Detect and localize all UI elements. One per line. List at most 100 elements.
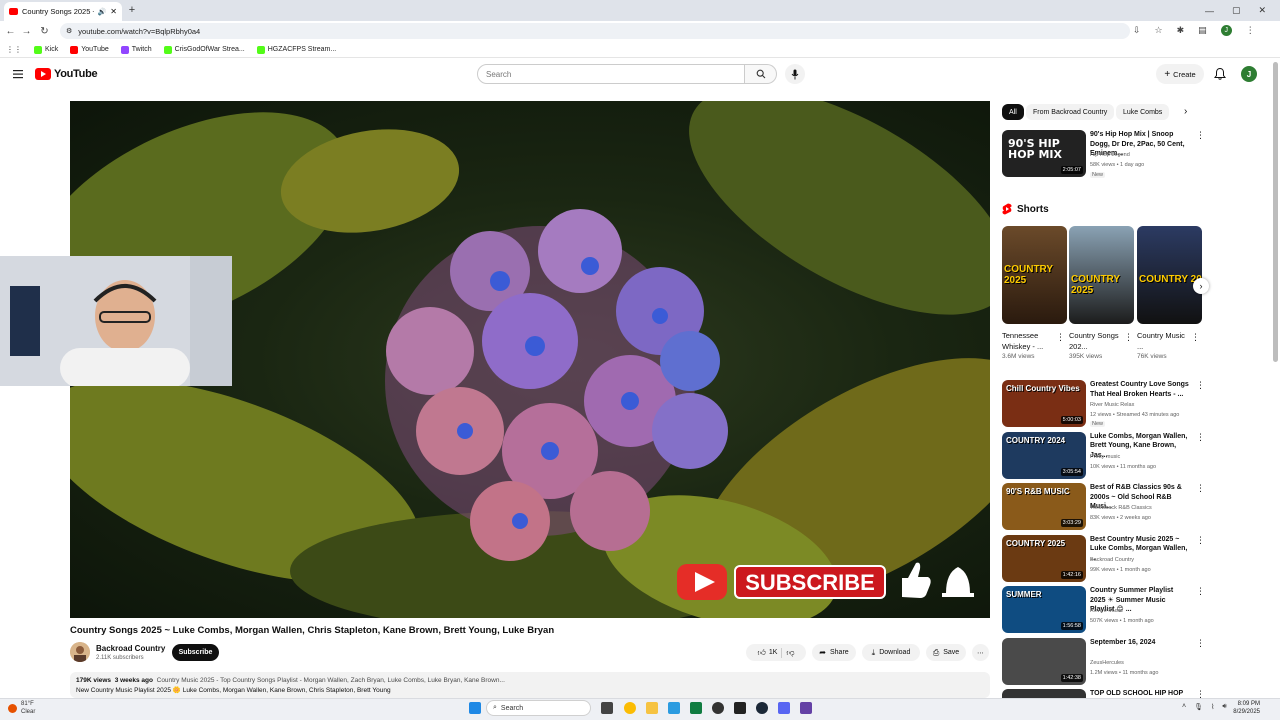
more-vertical-icon[interactable]: ⋮	[1196, 535, 1202, 546]
browser-menu-icon[interactable]: ⋮	[1246, 25, 1255, 36]
bookmark-hgzacfps[interactable]: HGZACFPS Stream...	[256, 45, 336, 54]
more-vertical-icon[interactable]: ⋮	[1124, 332, 1133, 343]
download-button[interactable]: ⤓ Download	[862, 644, 920, 661]
chip-all[interactable]: All	[1002, 104, 1024, 120]
more-vertical-icon[interactable]: ⋮	[1191, 332, 1200, 343]
chip-from-channel[interactable]: From Backroad Country	[1026, 104, 1115, 120]
hamburger-menu-icon[interactable]	[12, 68, 24, 80]
reload-icon[interactable]: ↻	[38, 25, 51, 38]
forward-icon[interactable]: →	[20, 25, 33, 38]
video-channel[interactable]: Pretty music	[1090, 452, 1120, 462]
account-avatar[interactable]: J	[1241, 66, 1257, 82]
more-vertical-icon[interactable]: ⋮	[1196, 638, 1202, 649]
short-thumbnail[interactable]: COUNTRY 2025	[1002, 226, 1067, 324]
save-button[interactable]: ⎙ Save	[926, 644, 966, 661]
page-scrollbar[interactable]	[1273, 62, 1278, 362]
create-button[interactable]: + Create	[1156, 64, 1204, 84]
video-channel[interactable]: River Music Relax	[1090, 400, 1134, 410]
video-channel[interactable]: Hip Hop Legend	[1090, 150, 1130, 160]
taskbar-clock[interactable]: 8:09 PM 8/29/2025	[1233, 700, 1260, 716]
more-vertical-icon[interactable]: ⋮	[1196, 689, 1202, 698]
short-thumbnail[interactable]: COUNTRY 2025	[1069, 226, 1134, 324]
notifications-bell-icon[interactable]	[1213, 67, 1227, 81]
apps-icon[interactable]: ⋮⋮	[6, 45, 22, 54]
more-actions-button[interactable]: ⋯	[972, 644, 989, 661]
more-vertical-icon[interactable]: ⋮	[1056, 332, 1065, 343]
related-video-item[interactable]: COUNTRY 2024 3:05:54 Luke Combs, Morgan Wa…	[1002, 431, 1202, 481]
microphone-tray-icon[interactable]: 🎙︎	[1194, 703, 1203, 711]
bookmark-kick[interactable]: Kick	[34, 45, 58, 54]
chrome-icon[interactable]	[624, 702, 636, 714]
video-thumbnail[interactable]: Chill Country Vibes 5:00:03	[1002, 380, 1086, 427]
app-icon[interactable]	[712, 702, 724, 714]
like-button[interactable]: 👍︎ 1K	[757, 648, 777, 658]
back-icon[interactable]: ←	[4, 25, 17, 38]
video-channel[interactable]: Revive Music	[1090, 606, 1123, 616]
more-vertical-icon[interactable]: ⋮	[1196, 586, 1202, 597]
bookmark-youtube[interactable]: YouTube	[70, 45, 109, 54]
search-input[interactable]: Search	[477, 64, 745, 84]
twitch-app-icon[interactable]	[800, 702, 812, 714]
related-video-item[interactable]: Chill Country Vibes 5:00:03 Greatest Count…	[1002, 380, 1202, 429]
channel-avatar[interactable]	[70, 642, 90, 662]
volume-icon[interactable]: 🔊︎	[1222, 703, 1226, 711]
related-video-item[interactable]: 90'S R&B MUSIC 3:03:29 Best of R&B Classic…	[1002, 483, 1202, 532]
shorts-next-chevron-icon[interactable]: ›	[1193, 278, 1209, 294]
task-view-icon[interactable]	[601, 702, 613, 714]
video-channel[interactable]: ZeusHercules	[1090, 658, 1124, 668]
youtube-logo[interactable]: YouTube	[35, 68, 98, 80]
side-panel-icon[interactable]: ▤	[1198, 25, 1207, 36]
video-thumbnail[interactable]: 1:42:38	[1002, 637, 1086, 685]
video-channel[interactable]: Throwback R&B Classics	[1090, 503, 1152, 513]
description-box[interactable]: 179K views 3 weeks ago Country Music 202…	[70, 672, 990, 698]
epic-games-icon[interactable]	[734, 702, 746, 714]
video-thumbnail[interactable]: SUMMER 1:56:58	[1002, 586, 1086, 633]
thumbs-down-icon[interactable]: 👎︎	[786, 648, 794, 658]
tab-close-icon[interactable]: ✕	[110, 7, 117, 16]
video-channel[interactable]: Backroad Country	[1090, 555, 1134, 565]
short-title[interactable]: Country Music ...	[1137, 330, 1187, 352]
more-vertical-icon[interactable]: ⋮	[1196, 483, 1202, 494]
steam-icon[interactable]	[756, 702, 768, 714]
more-vertical-icon[interactable]: ⋮	[1196, 130, 1205, 141]
edge-icon[interactable]	[668, 702, 680, 714]
chevron-right-icon[interactable]: ›	[1184, 106, 1187, 117]
file-explorer-icon[interactable]	[646, 702, 658, 714]
bookmark-twitch[interactable]: Twitch	[120, 45, 152, 54]
extensions-icon[interactable]: ✱	[1177, 25, 1185, 36]
related-video-item[interactable]: TOP OLD SCHOOL HIP HOP Ico... ⋮	[1002, 689, 1202, 698]
share-button[interactable]: ➦ Share	[812, 644, 856, 661]
subscribe-button[interactable]: Subscribe	[172, 644, 219, 661]
weather-widget[interactable]: 81°F Clear	[8, 700, 35, 716]
voice-search-button[interactable]	[785, 64, 805, 84]
related-video-item[interactable]: 1:42:38 September 16, 2024 ZeusHercules 1.2…	[1002, 637, 1202, 687]
new-tab-button[interactable]: +	[126, 4, 138, 16]
short-title[interactable]: Country Songs 202...	[1069, 330, 1119, 352]
channel-name[interactable]: Backroad Country	[96, 644, 165, 653]
related-video-item[interactable]: COUNTRY 2025 1:42:16 Best Country Music 20…	[1002, 534, 1202, 584]
video-thumbnail[interactable]: 90'S HIP HOP MIX 2:05:07	[1002, 130, 1086, 177]
minimize-icon[interactable]: —	[1205, 6, 1214, 16]
windows-start-icon[interactable]	[469, 702, 481, 714]
chip-luke-combs[interactable]: Luke Combs	[1116, 104, 1170, 120]
site-info-icon[interactable]: ⚙	[66, 27, 72, 35]
profile-icon[interactable]: J	[1220, 25, 1232, 36]
video-title-link[interactable]: TOP OLD SCHOOL HIP HOP Ico...	[1090, 689, 1190, 698]
search-button[interactable]	[745, 64, 777, 84]
close-window-icon[interactable]: ✕	[1258, 5, 1266, 16]
chevron-up-icon[interactable]: ˄	[1182, 703, 1186, 711]
excel-icon[interactable]	[690, 702, 702, 714]
short-title[interactable]: Tennessee Whiskey - ...	[1002, 330, 1052, 352]
wifi-icon[interactable]: ⌇	[1211, 703, 1214, 711]
speaker-icon[interactable]: 🔊	[98, 8, 107, 16]
install-icon[interactable]: ⇩	[1133, 25, 1141, 36]
video-thumbnail[interactable]: COUNTRY 2024 3:05:54	[1002, 431, 1086, 479]
discord-icon[interactable]	[778, 702, 790, 714]
video-title-link[interactable]: Greatest Country Love Songs That Heal Br…	[1090, 380, 1190, 399]
address-bar[interactable]: ⚙ youtube.com/watch?v=BqlpRbhy0a4	[60, 23, 1130, 39]
more-vertical-icon[interactable]: ⋮	[1196, 432, 1202, 443]
taskbar-search[interactable]: ⌕ Search	[486, 700, 591, 716]
short-thumbnail[interactable]: COUNTRY 20	[1137, 226, 1202, 324]
star-icon[interactable]: ☆	[1155, 25, 1163, 36]
more-vertical-icon[interactable]: ⋮	[1196, 380, 1202, 391]
